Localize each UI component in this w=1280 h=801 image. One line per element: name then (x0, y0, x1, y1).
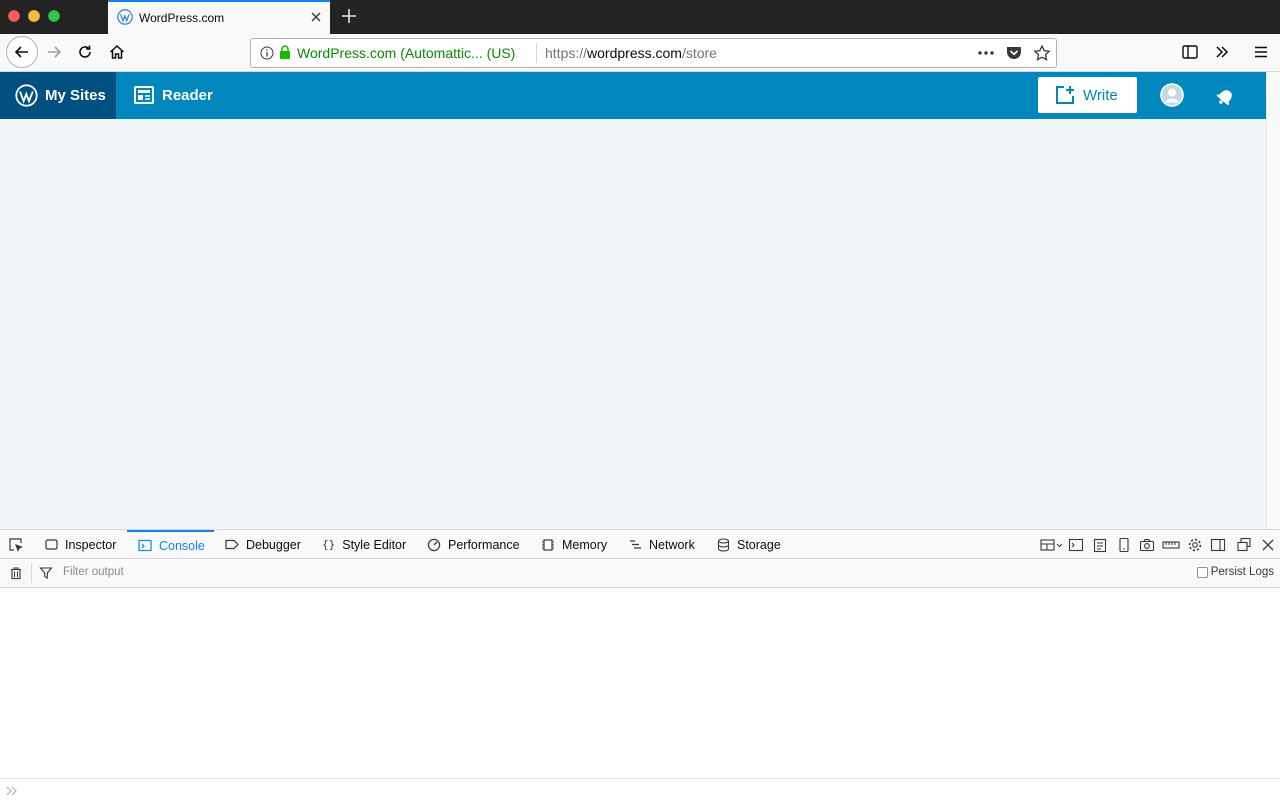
notifications-button[interactable] (1214, 84, 1238, 108)
console-output-area (0, 588, 1280, 778)
storage-icon (717, 537, 730, 552)
window-minimize-button[interactable] (28, 10, 40, 22)
performance-icon (427, 538, 441, 551)
tab-debugger[interactable]: Debugger (225, 530, 301, 559)
tab-storage[interactable]: Storage (717, 530, 781, 559)
reader-icon (134, 86, 154, 104)
overflow-button[interactable] (1208, 38, 1236, 66)
tab-console-label: Console (159, 538, 205, 553)
element-picker-icon[interactable] (8, 537, 24, 553)
wordpress-favicon-icon (117, 9, 133, 25)
hamburger-menu-icon (1255, 46, 1267, 58)
tab-network[interactable]: Network (629, 530, 695, 559)
screenshot-icon[interactable] (1139, 537, 1155, 553)
sidebar-icon (1182, 45, 1198, 59)
reader-button[interactable]: Reader (116, 72, 226, 119)
lock-icon[interactable] (279, 45, 291, 60)
avatar-icon (1160, 83, 1184, 107)
trash-icon[interactable] (9, 566, 23, 580)
persist-logs-label: Persist Logs (1210, 566, 1274, 578)
persist-logs-toggle[interactable]: Persist Logs (1196, 566, 1274, 578)
tab-memory[interactable]: Memory (541, 530, 607, 559)
info-icon[interactable] (260, 46, 274, 60)
forward-button[interactable] (40, 38, 68, 66)
write-label: Write (1083, 87, 1118, 104)
memory-icon (542, 538, 554, 551)
chevron-double-right-icon (6, 786, 17, 796)
page-content-area (0, 119, 1266, 529)
close-tab-icon[interactable] (308, 9, 324, 25)
filter-icon (39, 567, 53, 579)
tab-style-editor-label: Style Editor (342, 537, 407, 552)
tab-style-editor[interactable]: {} Style Editor (322, 530, 406, 559)
gear-icon[interactable] (1187, 537, 1203, 553)
dock-side-icon[interactable] (1210, 537, 1226, 553)
window-maximize-button[interactable] (48, 10, 60, 22)
site-identity-label[interactable]: WordPress.com (Automattic... (US) (297, 45, 515, 61)
tab-performance-label: Performance (448, 537, 520, 552)
scratchpad-icon[interactable] (1092, 537, 1108, 553)
tab-storage-label: Storage (737, 537, 781, 552)
url-bar[interactable]: WordPress.com (Automattic... (US) https:… (250, 38, 1057, 68)
page-actions-icon[interactable] (977, 45, 995, 61)
tab-inspector[interactable]: Inspector (45, 530, 116, 559)
reload-button[interactable] (71, 38, 99, 66)
sidebar-button[interactable] (1176, 38, 1204, 66)
console-icon (138, 539, 152, 552)
reload-icon (79, 45, 91, 58)
tab-debugger-label: Debugger (246, 537, 301, 552)
bookmark-star-icon[interactable] (1033, 45, 1051, 61)
tab-inspector-label: Inspector (65, 537, 117, 552)
page-scrollbar[interactable] (1266, 72, 1280, 529)
write-plus-icon (1056, 86, 1074, 104)
new-tab-button[interactable] (340, 7, 358, 25)
separate-window-icon[interactable] (1236, 537, 1252, 553)
split-console-icon[interactable] (1068, 537, 1084, 553)
my-sites-button[interactable]: My Sites (0, 72, 116, 119)
window-close-button[interactable] (8, 10, 20, 22)
url-separator (536, 43, 537, 63)
url-text[interactable]: https://wordpress.com/store (545, 45, 717, 61)
menu-button[interactable] (1247, 38, 1275, 66)
my-sites-label: My Sites (45, 87, 106, 104)
browser-tab-active[interactable]: WordPress.com (108, 0, 330, 34)
browser-navbar: WordPress.com (Automattic... (US) https:… (0, 34, 1280, 72)
write-button[interactable]: Write (1038, 77, 1137, 113)
home-icon (109, 44, 125, 59)
close-devtools-icon[interactable] (1260, 537, 1276, 553)
tab-title: WordPress.com (139, 11, 225, 25)
forward-arrow-icon (48, 46, 62, 58)
tab-network-label: Network (649, 537, 695, 552)
console-filter-bar: Filter output Persist Logs (0, 559, 1280, 588)
home-button[interactable] (103, 38, 131, 66)
tab-memory-label: Memory (562, 537, 608, 552)
wordpress-logo-icon (15, 84, 38, 107)
network-icon (630, 540, 641, 549)
profile-avatar-button[interactable] (1160, 83, 1184, 107)
responsive-design-icon[interactable] (1116, 537, 1132, 553)
inspector-icon (45, 539, 58, 550)
devtools-toolbar: Inspector Console Debugger {} Style Edit… (0, 529, 1280, 559)
back-arrow-icon (14, 46, 28, 58)
chevron-double-right-icon (1216, 46, 1229, 58)
frame-select-icon[interactable] (1040, 537, 1064, 553)
tab-performance[interactable]: Performance (427, 530, 520, 559)
console-input-line[interactable] (0, 778, 1280, 801)
debugger-icon (225, 539, 239, 550)
wordpress-masterbar: My Sites Reader Write (0, 72, 1266, 119)
notification-bell-icon (1216, 90, 1232, 105)
filter-separator (31, 563, 32, 583)
tab-console[interactable]: Console (127, 530, 214, 559)
browser-titlebar: WordPress.com (0, 0, 1280, 34)
persist-logs-checkbox[interactable] (1196, 566, 1208, 578)
style-editor-icon: {} (322, 538, 336, 551)
filter-output-input[interactable]: Filter output (63, 566, 124, 578)
back-button[interactable] (6, 36, 38, 68)
reader-label: Reader (162, 87, 213, 104)
pocket-icon[interactable] (1005, 45, 1023, 61)
ruler-icon[interactable] (1162, 537, 1180, 553)
